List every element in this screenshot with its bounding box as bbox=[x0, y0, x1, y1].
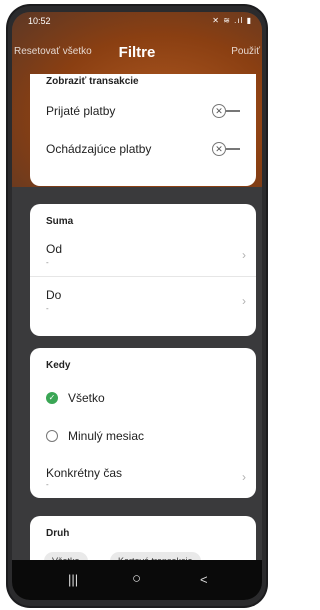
chevron-right-icon: › bbox=[242, 294, 246, 308]
home-icon[interactable]: ○ bbox=[132, 570, 141, 587]
amount-to-label: Do bbox=[46, 288, 62, 302]
when-card: Kedy ✓ Všetko Minulý mesiac Konkrétny ča… bbox=[30, 348, 256, 498]
toggle-off-icon: ✕ bbox=[212, 142, 226, 156]
page-title: Filtre bbox=[118, 44, 156, 61]
amount-from-label: Od bbox=[46, 242, 63, 256]
radio-checked-icon[interactable]: ✓ bbox=[46, 392, 58, 404]
when-option-label: Všetko bbox=[68, 391, 105, 405]
when-heading: Kedy bbox=[46, 360, 71, 371]
status-icons: ✕ ≋ .ıl ▮ bbox=[212, 16, 252, 25]
apply-button[interactable]: Použiť bbox=[231, 46, 260, 57]
status-time: 10:52 bbox=[28, 16, 51, 26]
radio-unchecked-icon[interactable] bbox=[46, 430, 58, 442]
recent-apps-icon[interactable]: ||| bbox=[68, 572, 78, 587]
back-icon[interactable]: < bbox=[200, 572, 208, 587]
screen: 10:52 ✕ ≋ .ıl ▮ Resetovať všetko Filtre … bbox=[12, 12, 262, 600]
transactions-card: Zobraziť transakcie Prijaté platby ✕ Och… bbox=[30, 74, 256, 186]
received-payments-label: Prijaté platby bbox=[46, 104, 116, 118]
amount-from-value: - bbox=[46, 258, 49, 267]
outgoing-payments-label: Ochádzajúce platby bbox=[46, 142, 152, 156]
specific-time-label: Konkrétny čas bbox=[46, 466, 123, 480]
divider bbox=[30, 276, 256, 277]
transactions-heading: Zobraziť transakcie bbox=[46, 76, 139, 87]
status-bar: 10:52 ✕ ≋ .ıl ▮ bbox=[12, 12, 262, 32]
toggle-off-icon: ✕ bbox=[212, 104, 226, 118]
filter-header: Resetovať všetko Filtre Použiť bbox=[12, 32, 262, 72]
amount-heading: Suma bbox=[46, 216, 74, 227]
outgoing-payments-toggle[interactable]: ✕ bbox=[212, 142, 242, 156]
when-option-label: Minulý mesiac bbox=[68, 429, 145, 443]
chevron-right-icon: › bbox=[242, 248, 246, 262]
received-payments-toggle[interactable]: ✕ bbox=[212, 104, 242, 118]
phone-frame: 10:52 ✕ ≋ .ıl ▮ Resetovať všetko Filtre … bbox=[8, 6, 266, 606]
amount-card: Suma Od - › Do - › bbox=[30, 204, 256, 336]
specific-time-value: - bbox=[46, 480, 49, 489]
amount-to-value: - bbox=[46, 304, 49, 313]
chevron-right-icon: › bbox=[242, 470, 246, 484]
type-heading: Druh bbox=[46, 528, 70, 539]
system-navbar: ||| ○ < bbox=[12, 560, 262, 600]
